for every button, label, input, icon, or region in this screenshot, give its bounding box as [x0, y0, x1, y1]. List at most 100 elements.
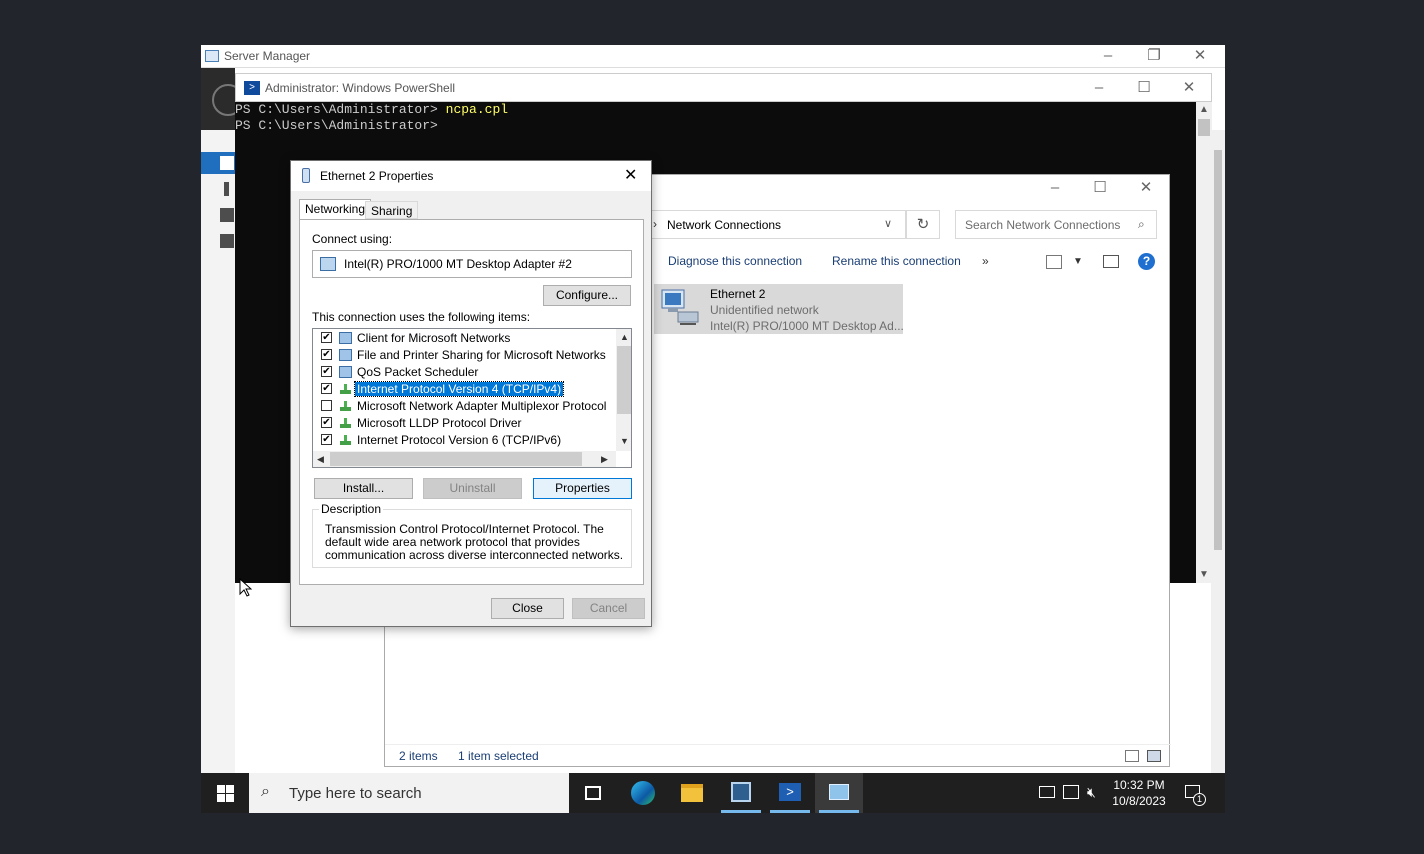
more-commands-button[interactable]: »	[982, 254, 989, 268]
view-options-icon[interactable]	[1046, 255, 1062, 269]
checkbox[interactable]: ✔	[321, 332, 332, 343]
scroll-thumb[interactable]	[330, 452, 582, 466]
close-button[interactable]: ✕	[1123, 177, 1169, 200]
scroll-down-icon[interactable]: ▼	[1196, 567, 1212, 583]
list-item[interactable]: ✔ QoS Packet Scheduler	[313, 364, 617, 381]
search-placeholder: Search Network Connections	[965, 218, 1121, 232]
large-icons-view-icon[interactable]	[1147, 750, 1161, 762]
list-item[interactable]: ✔ Microsoft LLDP Protocol Driver	[313, 415, 617, 432]
taskbar-search-input[interactable]: ⌕ Type here to search	[249, 773, 569, 813]
details-view-icon[interactable]	[1125, 750, 1139, 762]
uninstall-button[interactable]: Uninstall	[423, 478, 522, 499]
network-adapter-icon	[302, 168, 310, 183]
install-button[interactable]: Install...	[314, 478, 413, 499]
powershell-taskbar-button[interactable]: >	[766, 773, 814, 813]
list-vertical-scrollbar[interactable]: ▲ ▼	[616, 329, 631, 451]
list-item[interactable]: ✔ File and Printer Sharing for Microsoft…	[313, 347, 617, 364]
scroll-down-icon[interactable]: ▼	[620, 436, 629, 446]
address-bar[interactable]: › Network Connections ∨	[648, 210, 906, 239]
file-explorer-button[interactable]	[668, 773, 716, 813]
rename-connection-button[interactable]: Rename this connection	[832, 254, 961, 268]
chevron-down-icon[interactable]: ∨	[884, 217, 892, 230]
clock[interactable]: 10:32 PM 10/8/2023	[1109, 777, 1169, 809]
windows-logo-icon	[217, 785, 225, 793]
file-storage-icon[interactable]	[220, 234, 234, 248]
minimize-button[interactable]: –	[1076, 77, 1122, 100]
list-item[interactable]: ✔ Internet Protocol Version 4 (TCP/IPv4)	[313, 381, 617, 398]
scroll-thumb[interactable]	[617, 346, 631, 414]
list-item[interactable]: ✔ Client for Microsoft Networks	[313, 330, 617, 347]
monitor-icon	[339, 332, 352, 344]
list-item[interactable]: Microsoft Network Adapter Multiplexor Pr…	[313, 398, 617, 415]
close-button[interactable]: Close	[491, 598, 564, 619]
network-adapter-tray-icon[interactable]	[1039, 786, 1055, 798]
checkbox[interactable]: ✔	[321, 434, 332, 445]
clock-date: 10/8/2023	[1112, 794, 1166, 808]
powershell-titlebar[interactable]: > Administrator: Windows PowerShell – ☐ …	[235, 73, 1212, 102]
control-panel-icon	[829, 784, 849, 800]
search-input[interactable]: Search Network Connections ⌕	[955, 210, 1157, 239]
local-server-icon[interactable]	[224, 182, 229, 196]
tab-sharing[interactable]: Sharing	[365, 201, 419, 219]
scroll-up-icon[interactable]: ▲	[620, 332, 629, 342]
minimize-button[interactable]: –	[1032, 177, 1078, 200]
checkbox[interactable]: ✔	[321, 349, 332, 360]
address-text: Network Connections	[667, 218, 782, 232]
checkbox[interactable]: ✔	[321, 383, 332, 394]
network-protocol-icon	[339, 400, 352, 412]
close-icon[interactable]: ✕	[624, 165, 637, 185]
monitor-icon	[339, 366, 352, 378]
control-panel-taskbar-button[interactable]	[815, 773, 863, 813]
network-protocol-icon	[339, 434, 352, 446]
cancel-button[interactable]: Cancel	[572, 598, 645, 619]
scroll-right-icon[interactable]: ▶	[601, 454, 608, 465]
dialog-titlebar[interactable]: Ethernet 2 Properties ✕	[291, 161, 651, 191]
help-icon[interactable]: ?	[1138, 253, 1155, 270]
list-item[interactable]: ✔ Internet Protocol Version 6 (TCP/IPv6)	[313, 432, 617, 449]
chevron-down-icon[interactable]: ▼	[1073, 256, 1083, 267]
scroll-up-icon[interactable]: ▲	[1196, 102, 1212, 118]
diagnose-connection-button[interactable]: Diagnose this connection	[668, 254, 802, 268]
notification-center-button[interactable]: 1	[1181, 773, 1209, 813]
status-bar: 2 items 1 item selected	[385, 744, 1171, 768]
properties-button[interactable]: Properties	[533, 478, 632, 499]
network-protocol-icon	[339, 417, 352, 429]
tab-networking[interactable]: Networking	[299, 199, 372, 221]
maximize-button[interactable]: ☐	[1077, 177, 1123, 200]
start-button[interactable]	[201, 773, 249, 813]
connection-status: Unidentified network	[710, 303, 819, 317]
volume-muted-icon[interactable]: 🔇︎	[1087, 784, 1096, 813]
list-horizontal-scrollbar[interactable]: ◀ ▶	[313, 451, 616, 467]
network-protocol-icon	[339, 383, 352, 395]
edge-button[interactable]	[619, 773, 667, 813]
maximize-button[interactable]: ☐	[1121, 77, 1167, 100]
items-list[interactable]: ✔ Client for Microsoft Networks ✔ File a…	[312, 328, 632, 468]
close-button[interactable]: ✕	[1177, 45, 1223, 68]
description-text: Transmission Control Protocol/Internet P…	[325, 522, 624, 562]
restore-button[interactable]: ❐	[1131, 45, 1177, 68]
configure-button[interactable]: Configure...	[543, 285, 631, 306]
preview-pane-icon[interactable]	[1103, 255, 1119, 268]
minimize-button[interactable]: –	[1085, 45, 1131, 68]
checkbox[interactable]: ✔	[321, 366, 332, 377]
task-view-button[interactable]	[569, 773, 617, 813]
dialog-title: Ethernet 2 Properties	[320, 169, 434, 183]
chevron-right-icon: ›	[653, 217, 657, 231]
powershell-scrollbar[interactable]: ▲ ▼	[1196, 102, 1212, 583]
server-manager-titlebar[interactable]: Server Manager – ❐ ✕	[201, 45, 1225, 68]
all-servers-icon[interactable]	[220, 208, 234, 222]
connection-item-ethernet-2[interactable]: Ethernet 2 Unidentified network Intel(R)…	[654, 284, 904, 334]
network-tray-icon[interactable]	[1063, 785, 1079, 799]
scroll-thumb[interactable]	[1214, 150, 1222, 550]
server-manager-nav	[201, 130, 235, 813]
server-manager-taskbar-button[interactable]	[717, 773, 765, 813]
scroll-thumb[interactable]	[1198, 119, 1210, 136]
properties-dialog[interactable]: Ethernet 2 Properties ✕ Networking Shari…	[290, 160, 652, 627]
server-manager-scrollbar[interactable]	[1211, 130, 1225, 773]
close-button[interactable]: ✕	[1166, 77, 1212, 100]
checkbox[interactable]: ✔	[321, 417, 332, 428]
scroll-left-icon[interactable]: ◀	[317, 454, 324, 465]
taskbar-search-placeholder: Type here to search	[289, 785, 422, 802]
refresh-button[interactable]: ↻	[906, 210, 940, 239]
checkbox[interactable]	[321, 400, 332, 411]
